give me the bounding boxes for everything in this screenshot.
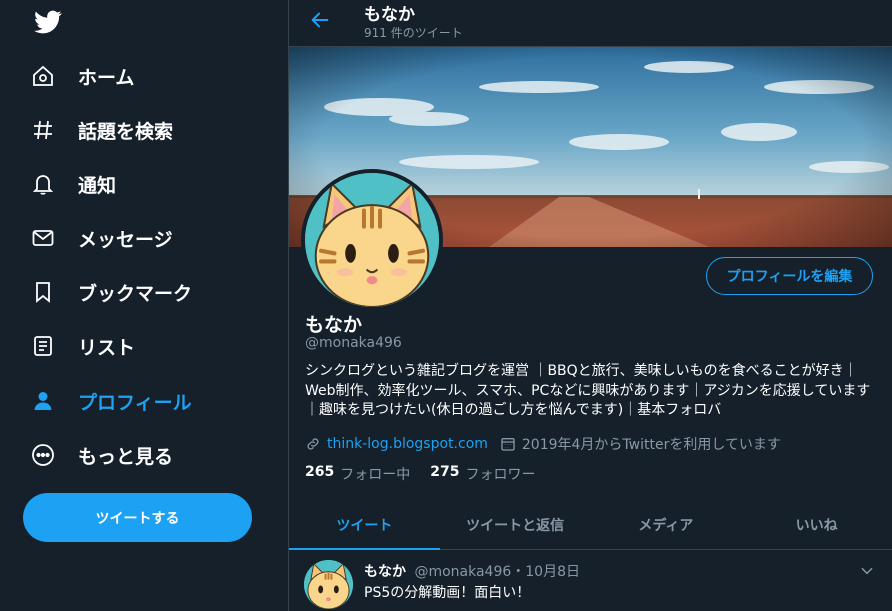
- sidebar-item-label: ブックマーク: [78, 282, 193, 305]
- sidebar-item-notifications[interactable]: 通知: [30, 164, 116, 204]
- sidebar-item-label: 話題を検索: [78, 120, 174, 143]
- profile-stats: 265 フォロー中 275 フォロワー: [305, 464, 555, 484]
- profile-header: もなか 911 件のツイート: [289, 0, 892, 47]
- tweet-author-meta: @monaka496・10月8日: [414, 564, 580, 580]
- tab-media[interactable]: メディア: [591, 500, 742, 549]
- header-name: もなか: [364, 5, 415, 25]
- twitter-bird-icon[interactable]: [34, 8, 62, 36]
- profile-column: もなか 911 件のツイート プロフィールを編集 もなか @monaka496 …: [288, 0, 892, 611]
- tweet-avatar[interactable]: [304, 560, 353, 609]
- sidebar-item-label: もっと見る: [78, 445, 174, 468]
- calendar-icon: [500, 436, 516, 452]
- tab-tweets-and-replies[interactable]: ツイートと返信: [440, 500, 591, 549]
- sidebar-item-explore[interactable]: 話題を検索: [30, 110, 173, 150]
- profile-tabs: ツイート ツイートと返信 メディア いいね: [289, 500, 892, 550]
- bell-icon: [30, 171, 56, 197]
- sidebar-item-label: メッセージ: [78, 228, 173, 251]
- following-count[interactable]: 265: [305, 464, 334, 484]
- tweet-header: もなか @monaka496・10月8日: [364, 561, 580, 581]
- profile-meta: think-log.blogspot.com 2019年4月からTwitterを…: [305, 434, 781, 454]
- tweet-item[interactable]: もなか @monaka496・10月8日 PS5の分解動画！面白い！: [289, 551, 892, 611]
- tweet-text: PS5の分解動画！面白い！: [364, 585, 531, 601]
- tweet-count: 911 件のツイート: [364, 26, 463, 40]
- chevron-down-icon[interactable]: [860, 563, 874, 577]
- sidebar-item-label: リスト: [78, 336, 136, 359]
- sidebar-item-bookmarks[interactable]: ブックマーク: [30, 272, 192, 312]
- list-icon: [30, 333, 56, 359]
- sidebar-item-messages[interactable]: メッセージ: [30, 218, 173, 258]
- back-arrow-icon[interactable]: [309, 9, 331, 31]
- bookmark-icon: [30, 279, 56, 305]
- link-icon: [305, 436, 321, 452]
- sidebar-item-home[interactable]: ホーム: [30, 56, 134, 96]
- sidebar-item-label: 通知: [78, 174, 117, 197]
- followers-count[interactable]: 275: [430, 464, 459, 484]
- joined-date: 2019年4月からTwitterを利用しています: [521, 437, 781, 453]
- sidebar-item-profile[interactable]: プロフィール: [30, 381, 192, 421]
- edit-profile-button[interactable]: プロフィールを編集: [706, 257, 873, 295]
- home-icon: [30, 63, 56, 89]
- followers-label[interactable]: フォロワー: [465, 464, 535, 484]
- sidebar-item-more[interactable]: もっと見る: [30, 435, 173, 475]
- sidebar-item-label: ホーム: [78, 66, 135, 89]
- tab-likes[interactable]: いいね: [741, 500, 892, 549]
- profile-bio: シンクログという雑記ブログを運営 ｜BBQと旅行、美味しいものを食べることが好き…: [305, 363, 871, 418]
- sidebar-item-label: プロフィール: [78, 391, 192, 414]
- tab-tweets[interactable]: ツイート: [289, 500, 440, 550]
- following-label[interactable]: フォロー中: [340, 464, 410, 484]
- profile-link[interactable]: think-log.blogspot.com: [327, 436, 488, 452]
- person-icon: [30, 388, 56, 414]
- sidebar: ホーム 話題を検索 通知 メッセージ ブックマーク リスト プロフィール もっと…: [0, 0, 288, 611]
- tweet-button[interactable]: ツイートする: [23, 493, 252, 542]
- tweet-author-name[interactable]: もなか: [364, 564, 406, 580]
- more-icon: [30, 442, 56, 468]
- profile-name: もなか: [305, 314, 363, 336]
- envelope-icon: [30, 225, 56, 251]
- hashtag-icon: [30, 117, 56, 143]
- profile-handle: @monaka496: [305, 335, 402, 351]
- sidebar-item-lists[interactable]: リスト: [30, 326, 135, 366]
- profile-avatar[interactable]: [301, 169, 443, 311]
